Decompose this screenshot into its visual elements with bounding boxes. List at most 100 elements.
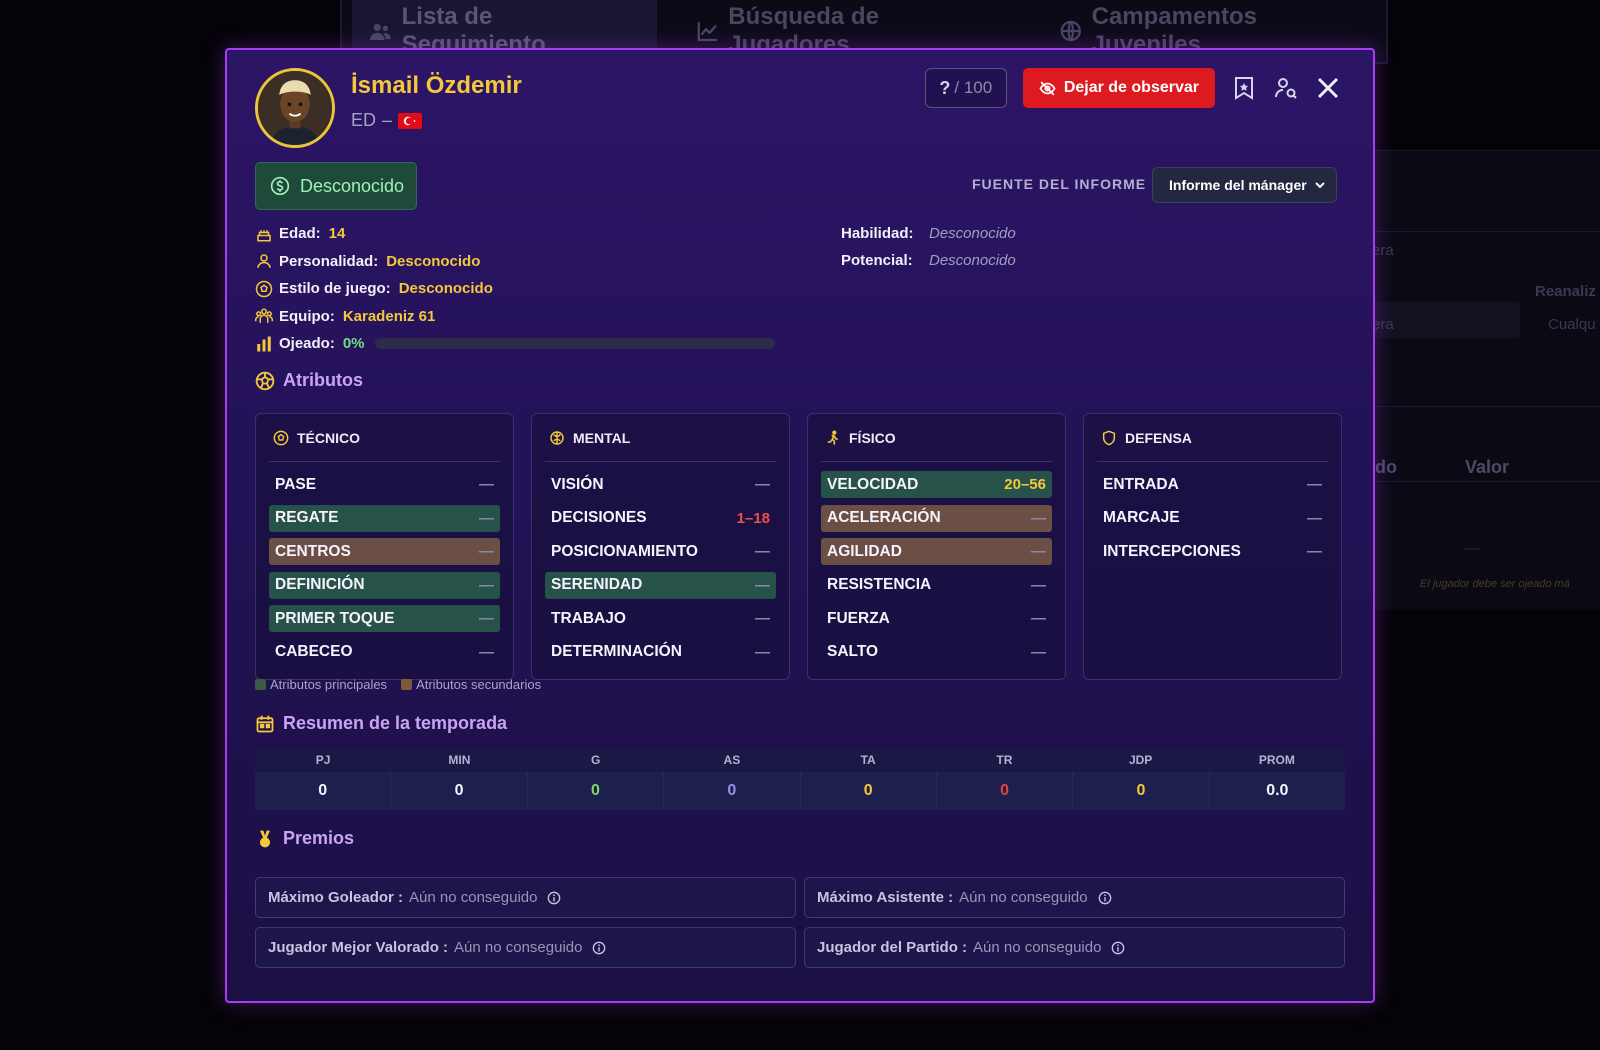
attr-name: VELOCIDAD (827, 475, 919, 493)
age-value: 14 (328, 225, 346, 243)
attr-name: PASE (275, 475, 317, 493)
attr-name: DEFINICIÓN (275, 576, 365, 593)
attr-row-mental: POSICIONAMIENTO — (545, 538, 776, 565)
attr-row-defensa: INTERCEPCIONES — (1097, 538, 1328, 565)
score-total: / 100 (954, 78, 993, 97)
bookmark-button[interactable] (1231, 75, 1257, 101)
info-label: Equipo: (279, 307, 335, 325)
attr-card-fisico: FÍSICO VELOCIDAD 20–56 ACELERACIÓN — AGILIDA… (807, 413, 1066, 680)
ability-label: Habilidad: (841, 225, 914, 242)
info-label: Edad: (279, 225, 321, 243)
calendar-icon (256, 715, 274, 732)
stats-header-cell: MIN (391, 748, 528, 772)
brain-icon (550, 430, 564, 445)
bookmark-star-icon (1235, 77, 1253, 100)
player-modal: İsmail Özdemir ED – ? / 100 Dejar de obs… (225, 48, 1375, 1003)
attr-rows: ENTRADA — MARCAJE — INTERCEPCIONES — (1097, 462, 1328, 565)
info-icon[interactable] (547, 891, 561, 905)
team-icon (255, 308, 273, 323)
attr-row-fisico: SALTO — (821, 639, 1052, 666)
attr-value: — (479, 476, 494, 493)
info-scouted: Ojeado: 0% (255, 330, 775, 358)
attr-row-fisico: ACELERACIÓN — (821, 504, 1052, 532)
unwatch-button[interactable]: Dejar de observar (1022, 68, 1215, 108)
attr-name: SERENIDAD (551, 576, 643, 593)
legend-primary: Atributos principales (255, 677, 387, 692)
award-label: Máximo Asistente : (817, 889, 954, 906)
info-icon[interactable] (592, 941, 606, 955)
attr-value: — (755, 543, 770, 560)
attr-card-title: TÉCNICO (297, 429, 360, 446)
ability-list: Habilidad: Desconocido Potencial: Descon… (841, 220, 1016, 274)
attr-name: POSICIONAMIENTO (551, 542, 698, 560)
info-team: Equipo: Karadeniz 61 (255, 303, 775, 331)
skill-value: Desconocido (929, 225, 1016, 242)
info-icon[interactable] (1111, 941, 1125, 955)
medal-icon (260, 830, 270, 847)
award-value: Aún no conseguido (409, 889, 538, 906)
attr-row-defensa: MARCAJE — (1097, 505, 1328, 532)
stats-value-cell: 0 (391, 772, 528, 810)
attr-rows: PASE — REGATE — CENTROS — DEFINICIÓN — PRIMER TO… (269, 462, 500, 666)
player-search-button[interactable] (1273, 75, 1299, 101)
stats-value-row: 0 0 0 0 0 0 0 0.0 (255, 772, 1345, 810)
attr-row-tecnico: CENTROS — (269, 538, 500, 565)
attr-row-mental: SERENIDAD — (545, 571, 776, 599)
bg-fragment: Reanaliz (1535, 283, 1596, 300)
attr-card-header: FÍSICO (821, 414, 1052, 462)
stats-value-cell: 0 (800, 772, 937, 810)
player-position-nationality: ED – (351, 110, 423, 131)
attr-value: — (755, 610, 770, 627)
header-actions: ? / 100 Dejar de observar (924, 68, 1341, 108)
close-button[interactable] (1315, 75, 1341, 101)
attributes-grid: TÉCNICO PASE — REGATE — CENTROS — DEFINICIÓN — P… (255, 413, 1342, 680)
stats-header-cell: G (527, 748, 664, 772)
info-playstyle: Estilo de juego: Desconocido (255, 275, 775, 303)
stats-value-cell: 0 (255, 772, 392, 810)
attr-value: — (479, 643, 494, 661)
attr-row-fisico: FUERZA — (821, 605, 1052, 632)
team-value: Karadeniz 61 (342, 307, 436, 325)
stats-value-cell: 0.0 (1209, 772, 1345, 810)
attr-name: DETERMINACIÓN (551, 643, 682, 660)
award-item: Máximo Asistente : Aún no conseguido (804, 877, 1345, 918)
attr-card-tecnico: TÉCNICO PASE — REGATE — CENTROS — DEFINICIÓN — P… (255, 413, 514, 680)
attr-value: — (755, 643, 770, 661)
bg-column-header: do (1375, 457, 1397, 477)
section-title-label: Atributos (283, 370, 363, 390)
attr-value: — (1031, 509, 1046, 527)
stats-value-cell: 0 (936, 772, 1074, 810)
attr-value: — (755, 576, 770, 594)
legend-label: Atributos secundarios (416, 677, 542, 692)
close-icon (1317, 77, 1339, 99)
scouted-progress-bar (374, 338, 775, 350)
attr-value: — (479, 543, 494, 560)
eye-off-icon (1039, 81, 1056, 95)
attr-card-defensa: DEFENSA ENTRADA — MARCAJE — INTERCEPCIONES — (1083, 413, 1342, 680)
bg-fragment: era (1372, 242, 1394, 259)
status-label: Desconocido (300, 175, 405, 196)
report-source-select[interactable]: Informe del mánager (1152, 167, 1337, 203)
separator: – (382, 110, 393, 130)
report-source-value: Informe del mánager (1169, 177, 1307, 193)
potential-value: Desconocido (929, 252, 1016, 269)
ability-potential: Potencial: Desconocido (841, 247, 1016, 274)
attr-name: RESISTENCIA (827, 576, 932, 593)
attr-value: — (755, 476, 770, 493)
stats-header-row: PJ MIN G AS TA TR JDP PROM (255, 748, 1345, 772)
awards-section-title: Premios (255, 828, 354, 849)
attr-name: TRABAJO (551, 609, 626, 627)
bg-fragment: Cualqu (1548, 316, 1596, 333)
info-age: Edad: 14 (255, 220, 775, 248)
attr-name: AGILIDAD (827, 542, 902, 560)
info-icon[interactable] (1098, 891, 1112, 905)
attr-card-header: TÉCNICO (269, 414, 500, 462)
attr-name: PRIMER TOQUE (275, 609, 395, 627)
award-item: Jugador del Partido : Aún no conseguido (804, 927, 1345, 968)
attributes-section-title: Atributos (255, 370, 363, 391)
player-avatar-image (258, 71, 332, 145)
stats-header-cell: TR (936, 748, 1073, 772)
ability-skill: Habilidad: Desconocido (841, 220, 1016, 247)
report-source-label: FUENTE DEL INFORME (972, 176, 1147, 192)
info-label: Ojeado: (279, 335, 335, 353)
